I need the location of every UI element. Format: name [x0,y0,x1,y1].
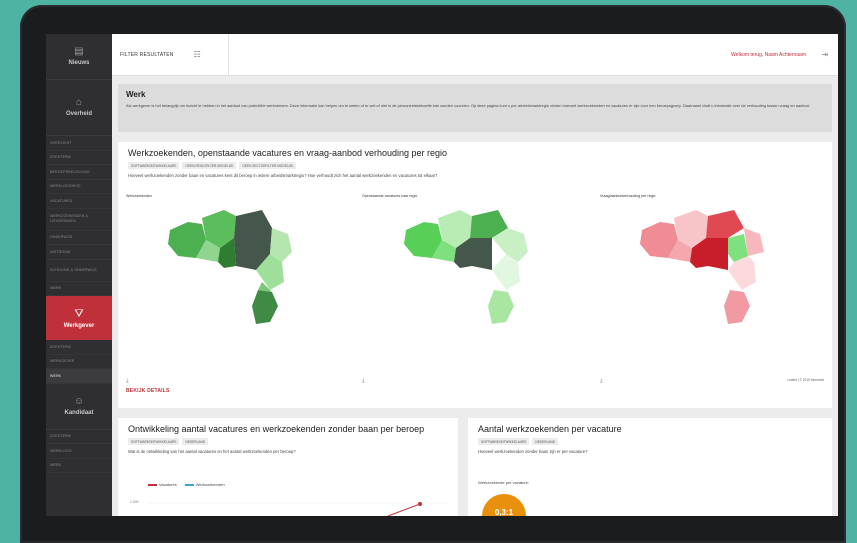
region-maps-card: Werkzoekenden, openstaande vacatures en … [118,142,832,408]
sidebar-item[interactable]: WERK [46,459,112,473]
legend-swatch [148,484,157,486]
card-subtitle: Hoeveel werkzoekenden zonder baan en vac… [128,173,438,178]
sidebar-item[interactable]: INSTROOM [46,245,112,260]
welcome-user-link[interactable]: Welkom terug, Naam Achternaam [731,52,806,58]
card-title: Aantal werkzoekenden per vacature [478,424,622,434]
map-label-vacatures: Openstaande vacatures naar regio [362,194,418,198]
card-title: Werkzoekenden, openstaande vacatures en … [128,148,448,158]
download-icon[interactable]: ⤓ [362,378,365,385]
tag: SOFTWAREONTWIKKELAARS [128,438,180,445]
legend-label: Werkzoekenden [195,482,225,487]
vacatures-line [387,503,421,516]
intro-text: Als werkgever is het belangrijk om inzic… [126,103,810,108]
tag: NEDERLAND [182,438,209,445]
sidebar-item[interactable]: WERK [46,282,112,296]
sidebar-section-label: Kandidaat [64,409,94,416]
sidebar-item[interactable]: ONDERWIJS [46,231,112,245]
tag: NEDERLAND [532,438,559,445]
sidebar-item[interactable]: ZOEKTERM [46,151,112,165]
download-icon[interactable]: ⤓ [600,378,603,385]
development-chart-card: Ontwikkeling aantal vacatures en werkzoe… [118,418,458,516]
ratio-gauge: 0,3:1 [482,494,526,516]
sidebar-item[interactable]: WERKLOOS [46,444,112,459]
filter-sliders-icon[interactable]: ☷ [194,50,201,59]
app-screen: ▤ Nieuws ⌂ Overheid OVERZICHT ZOEKTERM B… [46,34,838,516]
sidebar-item[interactable]: WERKGEVER [46,355,112,369]
map-region[interactable] [488,290,514,324]
y-axis-tick: 1.000 [130,500,139,504]
gauge-label: Werkzoekende per vacature: [478,480,530,485]
sidebar-section-label: Nieuws [68,60,90,66]
map-label-verhouding: Vraag/aanbodverhouding per regio [600,194,656,198]
filter-tags: SOFTWAREONTWIKKELAARS NEDERLAND [128,438,448,445]
basket-icon: ⛛ [74,307,84,320]
sidebar-item[interactable]: SCHOLING & ONDERWIJS [46,260,112,282]
sidebar-section-kandidaat[interactable]: ☺ Kandidaat [46,384,112,430]
intro-panel: Werk Als werkgever is het belangrijk om … [118,84,832,132]
line-chart [148,502,448,516]
main-content: FILTER RESULTATEN ☷ Welkom terug, Naam A… [112,34,838,516]
newspaper-icon: ▤ [74,46,84,57]
map-vacatures[interactable] [402,204,542,326]
logout-icon[interactable]: ⇥ [821,50,828,59]
government-icon: ⌂ [75,97,83,108]
sidebar-item[interactable]: VACATURES [46,194,112,209]
legend-werkzoekenden[interactable]: Werkzoekenden [184,482,225,487]
view-details-link[interactable]: BEKIJK DETAILS [126,388,170,394]
sidebar-item[interactable]: OVERZICHT [46,136,112,151]
tag: SOFTWAREONTWIKKELAARS [128,162,180,169]
filter-tags: SOFTWAREONTWIKKELAARS GEEN REGIOFILTER M… [128,162,822,169]
map-region[interactable] [706,210,744,238]
sidebar: ▤ Nieuws ⌂ Overheid OVERZICHT ZOEKTERM B… [46,34,112,516]
sidebar-item[interactable]: ZOEKTERM [46,340,112,355]
sidebar-section-nieuws[interactable]: ▤ Nieuws [46,34,112,80]
divider [228,34,229,76]
legend-vacatures[interactable]: Vacatures [148,482,177,487]
page-title: Werk [126,90,146,99]
tag: SOFTWAREONTWIKKELAARS [478,438,530,445]
map-attribution[interactable]: Leaflet | © 2015 Intermedi [787,378,824,382]
card-subtitle: Wat is de ontwikkeling van het aantal va… [128,449,296,454]
download-icon[interactable]: ⤓ [126,378,129,385]
map-region[interactable] [728,256,756,290]
tag: GEEN REGIOFILTER MOGELIJK [182,162,237,169]
chart-legend: Vacatures Werkzoekenden [148,482,225,487]
legend-label: Vacatures [159,482,177,487]
map-region[interactable] [252,290,278,324]
map-region[interactable] [724,290,750,324]
card-title: Ontwikkeling aantal vacatures en werkzoe… [128,424,425,434]
filter-results-button[interactable]: FILTER RESULTATEN [120,52,174,58]
sidebar-section-label: Werkgever [63,322,95,329]
card-subtitle: Hoeveel werkzoekenden zonder baan zijn e… [478,449,588,454]
legend-swatch [184,484,194,486]
person-icon: ☺ [73,395,85,407]
tag: GEEN SECTORFILTER MOGELIJK [239,162,297,169]
sidebar-item[interactable]: ZOEKTERM [46,430,112,444]
map-label-werkzoekenden: Werkzoekenden [126,194,152,198]
sidebar-section-werkgever[interactable]: ⛛ Werkgever [46,296,112,340]
sidebar-item[interactable]: BEROEPSBEVOLKING [46,165,112,180]
sidebar-section-overheid[interactable]: ⌂ Overheid [46,80,112,136]
sidebar-item-active[interactable]: WERK [46,369,112,384]
sidebar-section-label: Overheid [65,111,92,117]
map-werkzoekenden[interactable] [166,204,306,326]
vacatures-point[interactable] [418,502,422,506]
gauge-value: 0,3:1 [494,507,514,517]
sidebar-item[interactable]: WERKLOOSHEID [46,180,112,194]
map-verhouding[interactable] [638,204,778,326]
sidebar-item[interactable]: WERKZOEKENDEN & UITKERINGEN [46,209,112,231]
filter-tags: SOFTWAREONTWIKKELAARS NEDERLAND [478,438,822,445]
top-bar: FILTER RESULTATEN ☷ Welkom terug, Naam A… [112,34,838,76]
ratio-card: Aantal werkzoekenden per vacature SOFTWA… [468,418,832,516]
